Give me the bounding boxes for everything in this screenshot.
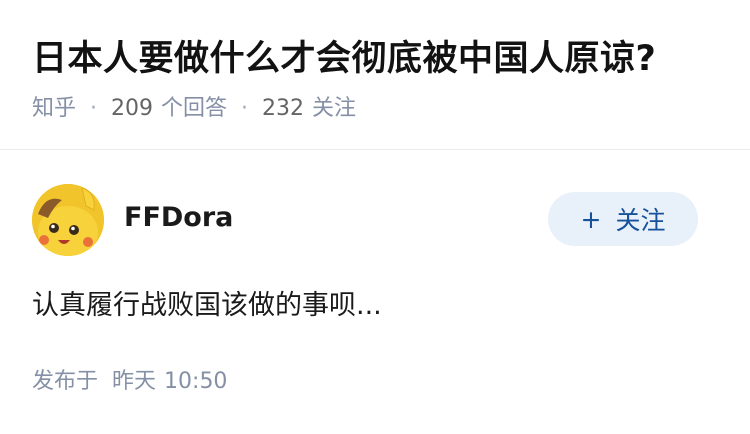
- question-title[interactable]: 日本人要做什么才会彻底被中国人原谅?: [32, 34, 656, 84]
- avatar[interactable]: [32, 184, 104, 256]
- meta-separator: ·: [241, 96, 249, 121]
- answer-card[interactable]: FFDora + 关注 认真履行战败国该做的事呗... 发布于 昨天 10:50: [0, 150, 750, 434]
- question-meta: 知乎 · 209 个回答 · 232 关注: [32, 92, 356, 126]
- publish-prefix: 发布于: [32, 369, 99, 394]
- plus-icon: +: [580, 204, 602, 234]
- answer-count-label: 个回答: [161, 96, 228, 121]
- meta-separator: ·: [90, 96, 98, 121]
- question-header: 日本人要做什么才会彻底被中国人原谅? 知乎 · 209 个回答 · 232 关注: [0, 0, 750, 150]
- publish-day: 昨天: [112, 369, 157, 394]
- follow-button[interactable]: + 关注: [548, 192, 698, 246]
- follower-count-label: 关注: [312, 96, 357, 121]
- answer-excerpt[interactable]: 认真履行战败国该做的事呗...: [32, 286, 382, 326]
- publish-time: 10:50: [164, 369, 228, 394]
- pikachu-avatar-icon: [32, 184, 104, 256]
- follow-button-label: 关注: [615, 206, 666, 235]
- publish-info: 发布于 昨天 10:50: [32, 366, 227, 398]
- follower-count: 232: [262, 96, 305, 121]
- author-name[interactable]: FFDora: [124, 200, 233, 236]
- answer-count: 209: [111, 96, 154, 121]
- source-label[interactable]: 知乎: [32, 92, 76, 126]
